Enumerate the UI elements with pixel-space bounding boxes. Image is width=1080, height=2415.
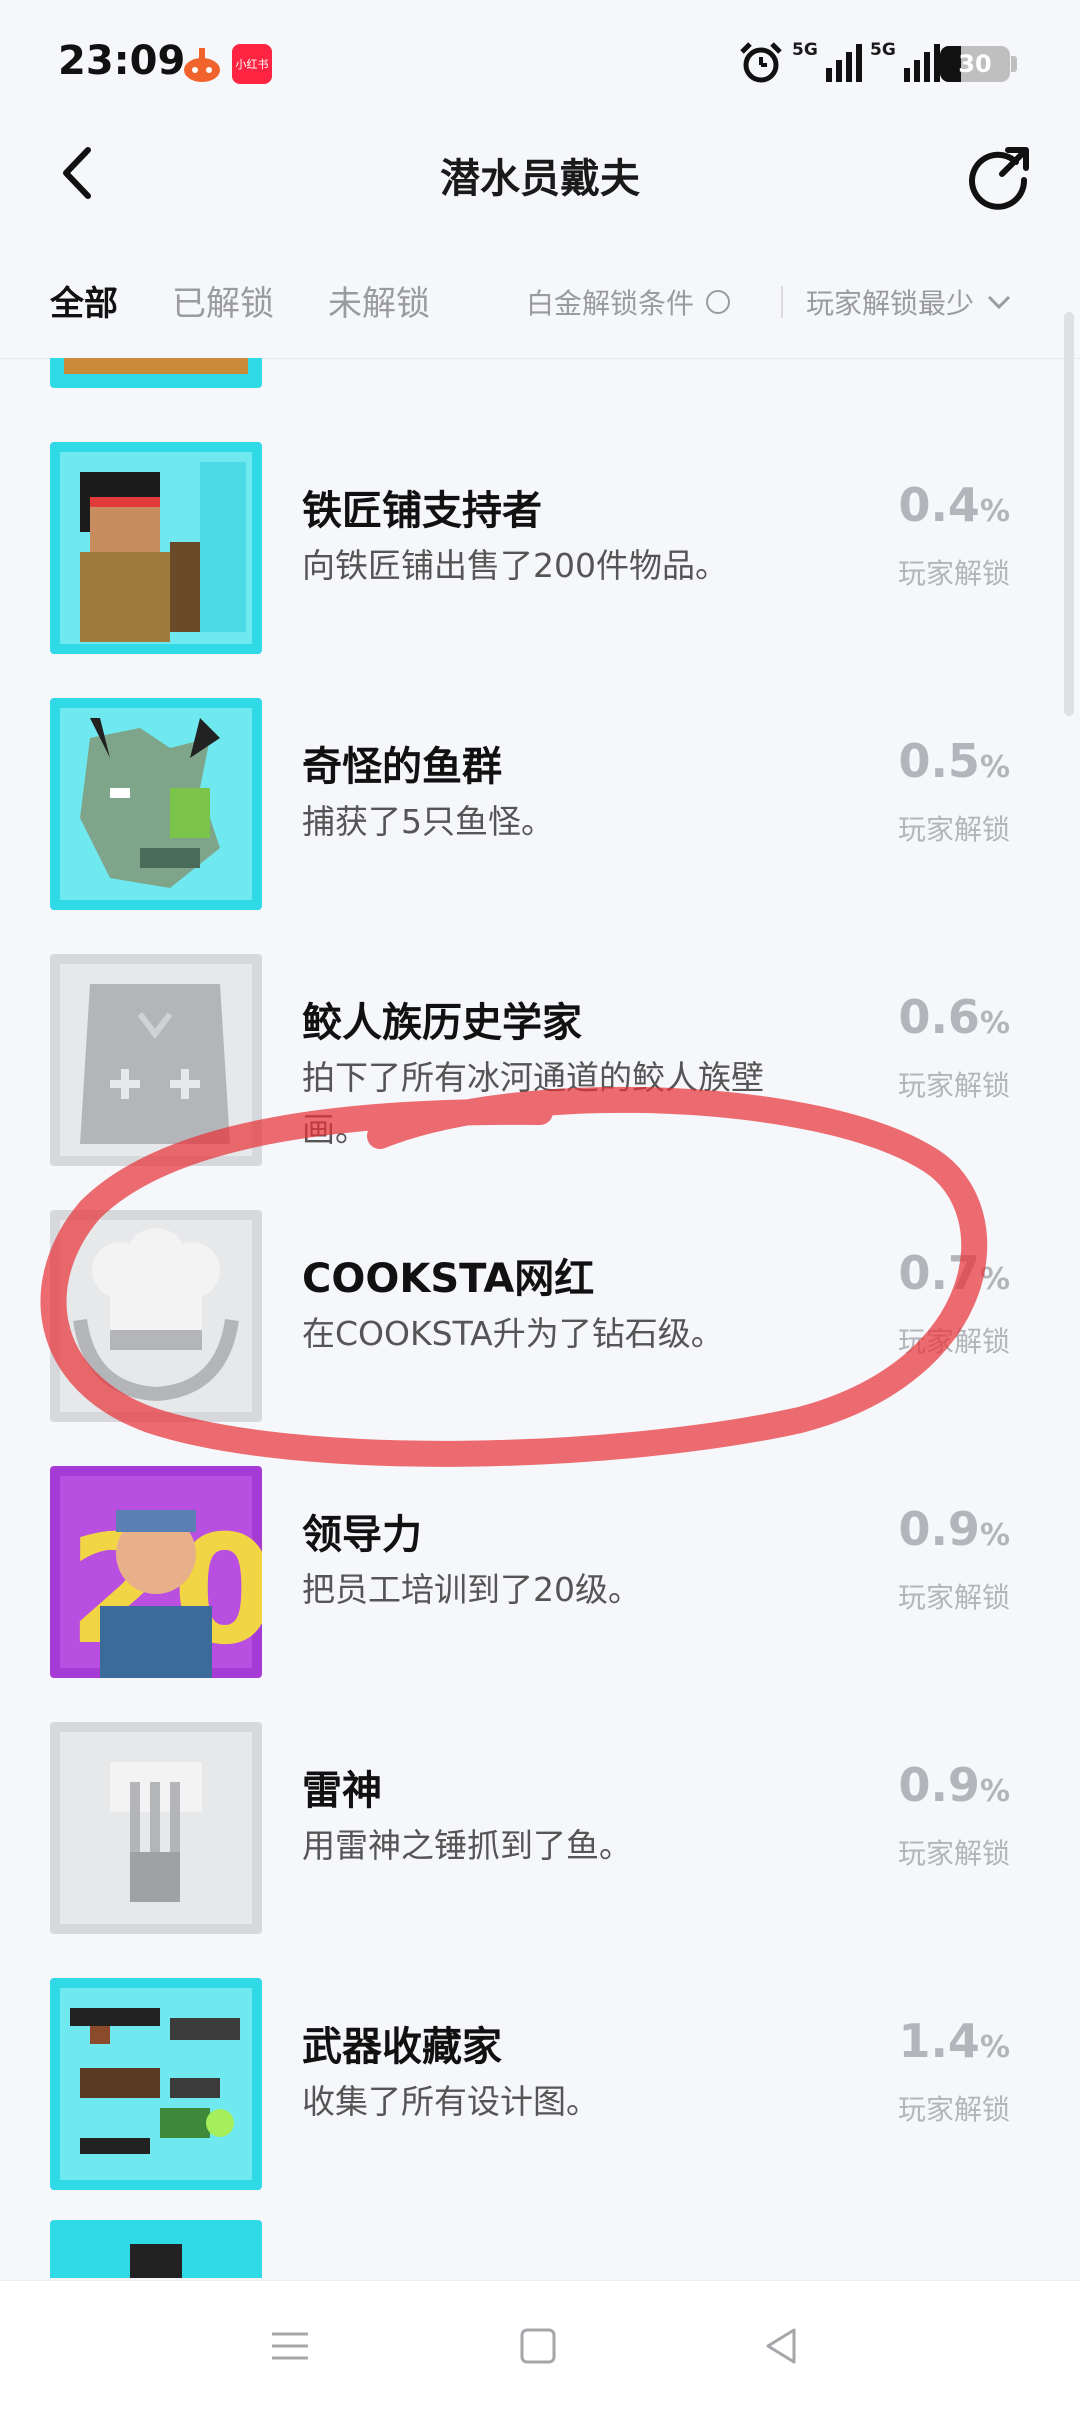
battery-tip [1011, 56, 1017, 72]
achievement-desc: 捕获了5只鱼怪。 [302, 802, 554, 841]
unlock-label: 玩家解锁 [897, 2093, 1010, 2126]
signal-icon-2: 5G [870, 40, 944, 84]
radio-icon [706, 290, 731, 314]
game-app-icon [182, 44, 222, 84]
achievement-desc: 收集了所有设计图。 [302, 2082, 599, 2121]
home-button[interactable] [514, 2322, 562, 2370]
unlock-percent: 0.7% [898, 1246, 1010, 1300]
menu-icon [272, 2332, 308, 2360]
achievement-row[interactable]: 雷神 用雷神之锤抓到了鱼。 0.9% 玩家解锁 [0, 1708, 1080, 1964]
achievement-name: 奇怪的鱼群 [302, 744, 502, 790]
unlock-label: 玩家解锁 [897, 557, 1010, 590]
filter-divider [781, 286, 783, 318]
sort-dropdown[interactable]: 玩家解锁最少 [806, 282, 1012, 322]
share-icon [969, 147, 1029, 210]
achievement-row[interactable]: 鲛人族历史学家 拍下了所有冰河通道的鲛人族壁画。 0.6% 玩家解锁 [0, 940, 1080, 1196]
unlock-label: 玩家解锁 [897, 1837, 1010, 1870]
menu-button[interactable] [266, 2322, 314, 2370]
achievement-row[interactable]: 20 领导力 把员工培训到了20级。 0.9% 玩家解锁 [0, 1452, 1080, 1708]
achievement-list[interactable]: 铁匠铺支持者 向铁匠铺出售了200件物品。 0.4% 玩家解锁 奇怪的鱼群 捕获… [0, 358, 1080, 2278]
battery-icon: 30 [940, 46, 1010, 82]
achievement-name: COOKSTA网红 [302, 1256, 595, 1302]
thor-hammer-icon [50, 1722, 262, 1934]
achievement-name: 雷神 [302, 1768, 382, 1814]
achievement-row[interactable]: COOKSTA网红 在COOKSTA升为了钻石级。 0.7% 玩家解锁 [0, 1196, 1080, 1452]
unlock-label: 玩家解锁 [897, 1069, 1010, 1102]
achievement-desc: 在COOKSTA升为了钻石级。 [302, 1314, 724, 1353]
weapons-icon [50, 1978, 262, 2190]
page-title: 潜水员戴夫 [440, 156, 640, 202]
achievement-name: 领导力 [302, 1512, 422, 1558]
staff-level-20-icon: 20 [50, 1466, 262, 1678]
unlock-label: 玩家解锁 [897, 813, 1010, 846]
tab-unlocked[interactable]: 已解锁 [172, 276, 274, 325]
home-square-icon [520, 2328, 556, 2364]
share-button[interactable] [962, 140, 1034, 212]
platinum-filter[interactable]: 白金解锁条件 [526, 282, 731, 322]
xiaohongshu-app-icon: 小红书 [232, 44, 272, 84]
achievement-row[interactable]: 武器收藏家 收集了所有设计图。 1.4% 玩家解锁 [0, 1964, 1080, 2220]
mural-stone-icon [50, 954, 262, 1166]
unlock-label: 玩家解锁 [897, 1325, 1010, 1358]
blacksmith-character-icon [50, 442, 262, 654]
unlock-percent: 0.9% [898, 1502, 1010, 1556]
back-triangle-icon [766, 2328, 796, 2364]
fish-monster-icon [50, 698, 262, 910]
achievement-name: 武器收藏家 [302, 2024, 502, 2070]
chevron-down-icon [987, 295, 1011, 310]
achievement-desc: 拍下了所有冰河通道的鲛人族壁画。 [302, 1058, 764, 1149]
achievement-row[interactable]: 奇怪的鱼群 捕获了5只鱼怪。 0.5% 玩家解锁 [0, 684, 1080, 940]
alarm-clock-icon [738, 40, 784, 86]
list-item-partial-bottom [50, 2220, 262, 2278]
unlock-percent: 0.6% [898, 990, 1010, 1044]
unlock-percent: 1.4% [898, 2014, 1010, 2068]
achievement-desc: 用雷神之锤抓到了鱼。 [302, 1826, 632, 1865]
achievement-name: 鲛人族历史学家 [302, 1000, 582, 1046]
unlock-percent: 0.4% [898, 478, 1010, 532]
platinum-filter-label: 白金解锁条件 [526, 287, 695, 320]
tab-all[interactable]: 全部 [50, 276, 118, 325]
chef-hat-icon [50, 1210, 262, 1422]
achievement-desc: 向铁匠铺出售了200件物品。 [302, 546, 728, 585]
unlock-percent: 0.5% [898, 734, 1010, 788]
achievement-row[interactable]: 铁匠铺支持者 向铁匠铺出售了200件物品。 0.4% 玩家解锁 [0, 428, 1080, 684]
signal-icon-1: 5G [792, 40, 866, 84]
achievement-desc: 把员工培训到了20级。 [302, 1570, 641, 1609]
list-item-partial-top [50, 358, 262, 388]
status-time: 23:09 [58, 38, 186, 84]
unlock-label: 玩家解锁 [897, 1581, 1010, 1614]
unlock-percent: 0.9% [898, 1758, 1010, 1812]
sort-dropdown-label: 玩家解锁最少 [806, 287, 975, 320]
achievement-name: 铁匠铺支持者 [302, 488, 542, 534]
scrollbar-thumb[interactable] [1064, 312, 1074, 716]
nav-back-button[interactable] [758, 2322, 806, 2370]
tab-locked[interactable]: 未解锁 [328, 276, 430, 325]
